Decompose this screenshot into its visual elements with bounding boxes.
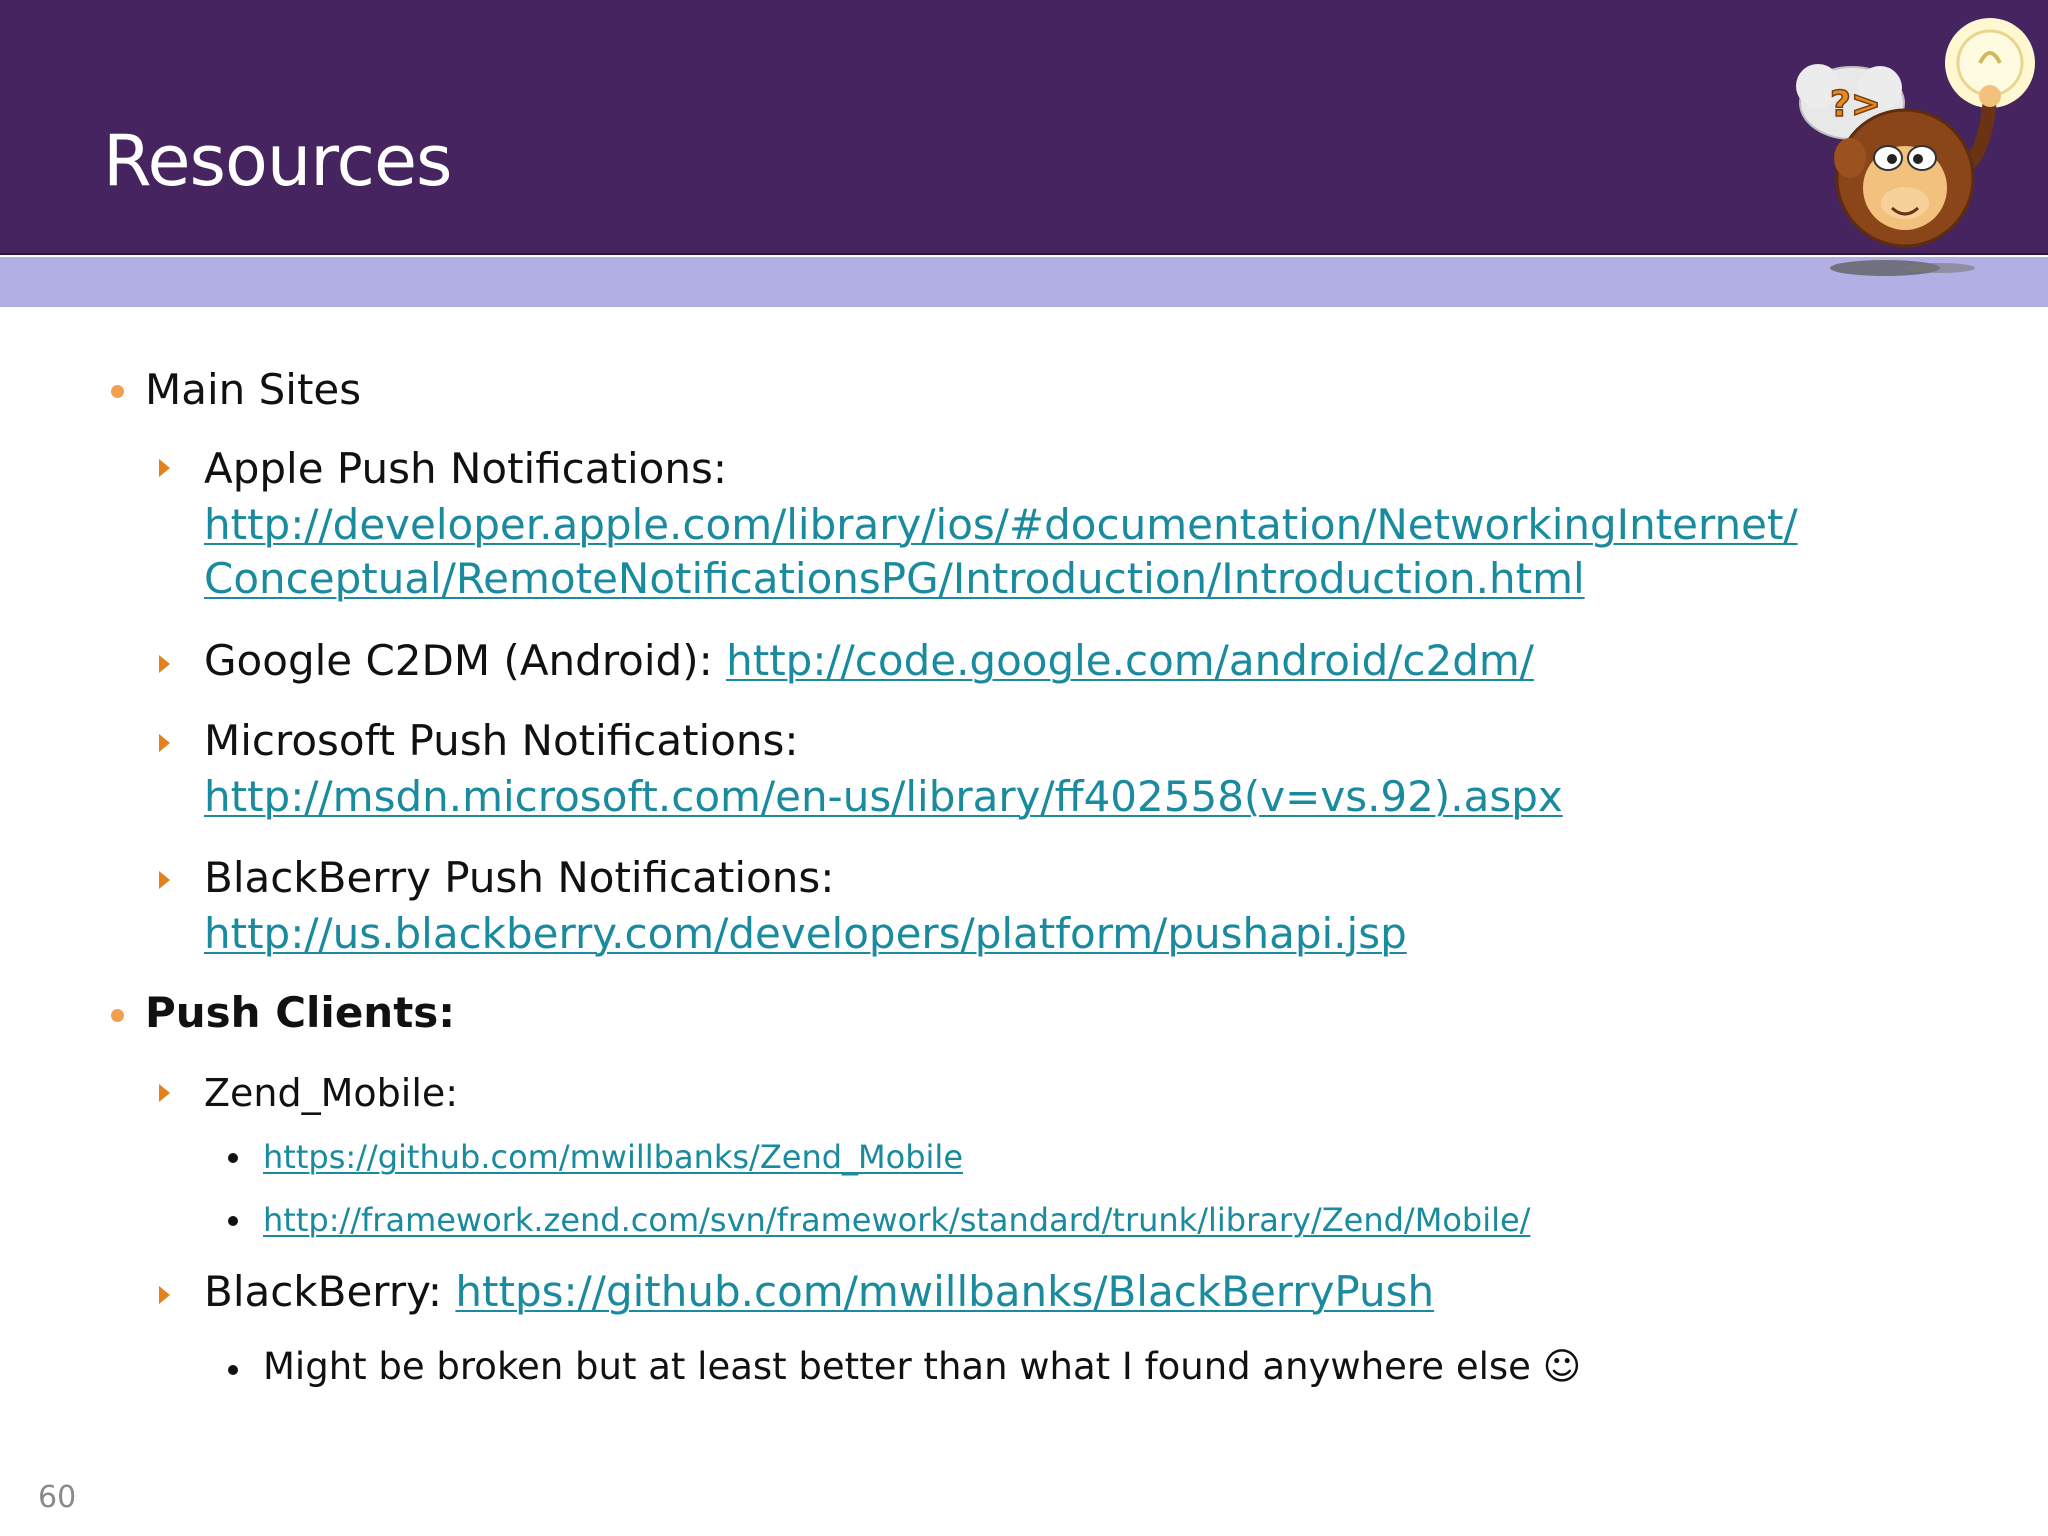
item-label-microsoft: Microsoft Push Notifications:	[204, 716, 799, 765]
link-blackberry-push[interactable]: http://us.blackberry.com/developers/plat…	[204, 909, 1407, 958]
item-google: Google C2DM (Android): http://code.googl…	[204, 636, 1534, 685]
item-label-apple: Apple Push Notifications:	[204, 444, 727, 493]
link-apple-text2[interactable]: Conceptual/RemoteNotificationsPG/Introdu…	[204, 554, 1585, 603]
section-bullet	[111, 385, 124, 398]
link-apple-line2[interactable]: Conceptual/RemoteNotificationsPG/Introdu…	[204, 554, 1585, 603]
item-arrow-icon	[159, 871, 170, 889]
item-arrow-icon	[159, 655, 170, 673]
link-microsoft-row[interactable]: http://msdn.microsoft.com/en-us/library/…	[204, 772, 1563, 821]
link-microsoft[interactable]: http://msdn.microsoft.com/en-us/library/…	[204, 772, 1563, 821]
link-zend-github[interactable]: https://github.com/mwillbanks/Zend_Mobil…	[263, 1138, 963, 1176]
link-blackberry-github[interactable]: https://github.com/mwillbanks/BlackBerry…	[455, 1267, 1434, 1316]
blackberry-note: Might be broken but at least better than…	[263, 1345, 1582, 1388]
sub-bullet	[228, 1216, 238, 1226]
link-google[interactable]: http://code.google.com/android/c2dm/	[726, 636, 1534, 685]
item-label-blackberry-push: BlackBerry Push Notifications:	[204, 853, 835, 902]
sub-bullet	[228, 1365, 238, 1375]
sub-bullet	[228, 1153, 238, 1163]
item-arrow-icon	[159, 1084, 170, 1102]
item-arrow-icon	[159, 734, 170, 752]
item-arrow-icon	[159, 459, 170, 477]
section-heading-push-clients: Push Clients:	[145, 988, 456, 1037]
item-blackberry-client: BlackBerry: https://github.com/mwillbank…	[204, 1267, 1434, 1316]
slide-body: Main Sites Apple Push Notifications: htt…	[0, 0, 2048, 1536]
section-bullet	[111, 1009, 124, 1022]
item-label-google: Google C2DM (Android):	[204, 636, 713, 685]
item-label-zend: Zend_Mobile:	[204, 1071, 459, 1115]
slide: Resources ?> Main Sites Apple Push Notif…	[0, 0, 2048, 1536]
zend-link-row-2[interactable]: http://framework.zend.com/svn/framework/…	[263, 1201, 1530, 1239]
link-blackberry-push-row[interactable]: http://us.blackberry.com/developers/plat…	[204, 909, 1407, 958]
item-label-blackberry: BlackBerry:	[204, 1267, 443, 1316]
zend-link-row-1[interactable]: https://github.com/mwillbanks/Zend_Mobil…	[263, 1138, 963, 1176]
link-apple-text1[interactable]: http://developer.apple.com/library/ios/#…	[204, 500, 1798, 549]
page-number: 60	[38, 1480, 77, 1515]
item-arrow-icon	[159, 1286, 170, 1304]
link-apple-line1[interactable]: http://developer.apple.com/library/ios/#…	[204, 500, 1798, 549]
link-zend-framework[interactable]: http://framework.zend.com/svn/framework/…	[263, 1201, 1530, 1239]
section-heading-main-sites: Main Sites	[145, 365, 362, 414]
